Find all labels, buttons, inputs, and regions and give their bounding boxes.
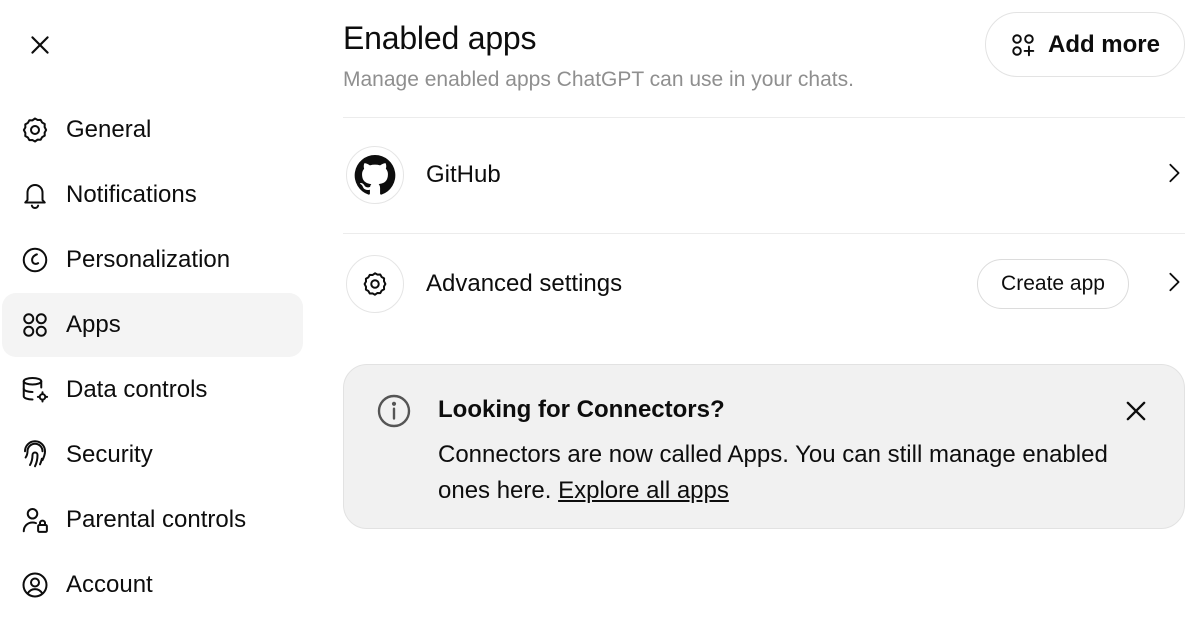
- app-name: GitHub: [426, 161, 501, 188]
- bell-icon: [20, 178, 54, 212]
- close-settings-button[interactable]: [22, 27, 58, 63]
- add-apps-icon: [1012, 33, 1035, 56]
- advanced-settings-row[interactable]: Advanced settings Create app: [343, 239, 1185, 329]
- create-app-button[interactable]: Create app: [977, 259, 1129, 309]
- advanced-settings-label: Advanced settings: [426, 270, 623, 297]
- github-icon: [346, 146, 404, 204]
- sidebar-item-label: Personalization: [66, 246, 231, 273]
- sidebar-item-parental-controls[interactable]: Parental controls: [2, 488, 303, 552]
- gear-icon: [20, 113, 54, 147]
- database-gear-icon: [20, 373, 54, 407]
- sidebar-item-label: General: [66, 116, 152, 143]
- sidebar-item-label: Account: [66, 571, 153, 598]
- close-icon: [31, 36, 49, 54]
- divider: [343, 117, 1185, 118]
- sidebar-item-data-controls[interactable]: Data controls: [2, 358, 303, 422]
- explore-all-apps-link[interactable]: Explore all apps: [558, 477, 729, 504]
- sidebar-item-label: Notifications: [66, 181, 197, 208]
- sidebar-item-general[interactable]: General: [2, 98, 303, 162]
- chevron-right-icon: [1163, 162, 1185, 189]
- sidebar-item-label: Apps: [66, 311, 121, 338]
- fingerprint-icon: [20, 438, 54, 472]
- notice-title: Looking for Connectors?: [438, 396, 725, 423]
- user-circle-icon: [20, 568, 54, 602]
- sidebar-item-apps[interactable]: Apps: [2, 293, 303, 357]
- user-lock-icon: [20, 503, 54, 537]
- close-icon[interactable]: [1122, 397, 1150, 425]
- add-more-label: Add more: [1047, 30, 1160, 58]
- info-icon: [377, 394, 411, 428]
- sidebar-item-security[interactable]: Security: [2, 423, 303, 487]
- connectors-notice: Looking for Connectors? Connectors are n…: [343, 364, 1185, 529]
- page-subtitle: Manage enabled apps ChatGPT can use in y…: [343, 68, 854, 91]
- divider: [343, 233, 1185, 234]
- sidebar-item-label: Data controls: [66, 376, 208, 403]
- chevron-right-icon: [1163, 271, 1185, 298]
- settings-dialog: General Notifications Personalization Ap…: [0, 0, 1202, 644]
- app-row-github[interactable]: GitHub: [343, 130, 1185, 220]
- personalization-icon: [20, 243, 54, 277]
- sidebar-item-account[interactable]: Account: [2, 553, 303, 617]
- sidebar-item-personalization[interactable]: Personalization: [2, 228, 303, 292]
- notice-body: Connectors are now called Apps. You can …: [438, 437, 1118, 509]
- row-actions: Create app: [977, 259, 1185, 309]
- page-title: Enabled apps: [343, 20, 537, 56]
- sidebar-item-label: Security: [66, 441, 153, 468]
- add-more-button[interactable]: Add more: [985, 12, 1185, 77]
- gear-icon: [346, 255, 404, 313]
- apps-grid-icon: [20, 308, 54, 342]
- row-actions: [1163, 162, 1185, 189]
- sidebar-item-notifications[interactable]: Notifications: [2, 163, 303, 227]
- notice-text: Connectors are now called Apps. You can …: [438, 441, 1108, 504]
- sidebar-item-label: Parental controls: [66, 506, 247, 533]
- settings-sidebar: General Notifications Personalization Ap…: [2, 98, 303, 618]
